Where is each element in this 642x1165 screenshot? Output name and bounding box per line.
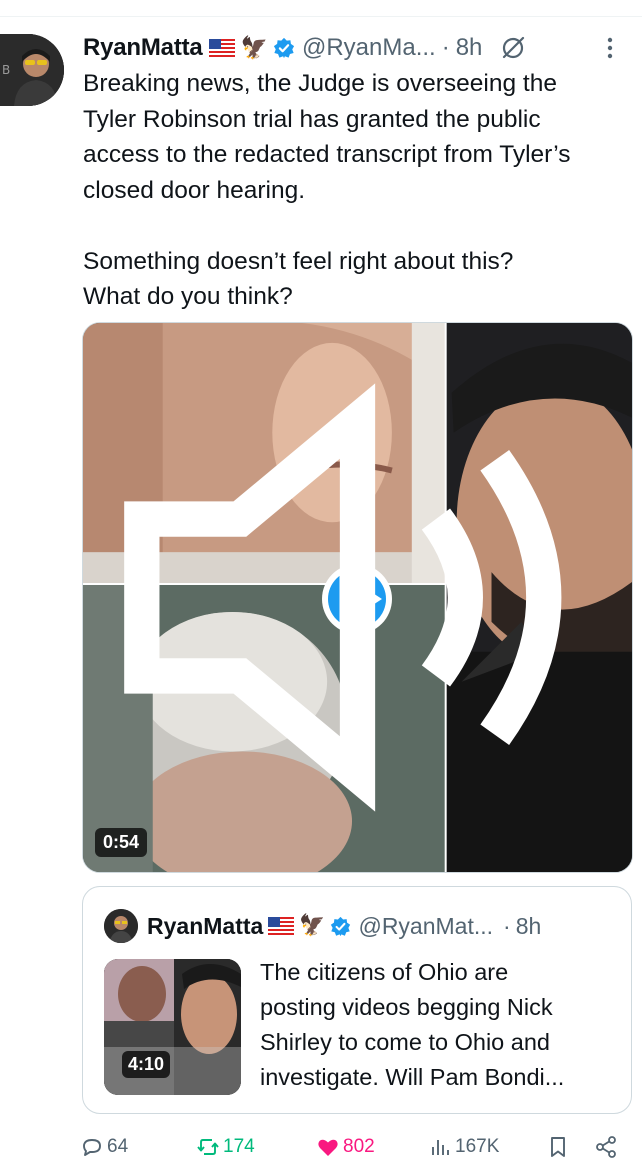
quoted-tweet[interactable]: RyanMatta 🦅 @RyanMat... · 8h 4:10 The ci… bbox=[82, 886, 632, 1114]
us-flag-icon bbox=[268, 917, 295, 935]
author-handle[interactable]: @RyanMa... bbox=[302, 34, 436, 62]
tweet-text-line: Tyler Robinson trial has granted the pub… bbox=[83, 105, 541, 133]
views-button[interactable]: 167K bbox=[428, 1130, 499, 1164]
like-button[interactable]: 802 bbox=[316, 1130, 375, 1164]
tweet-text-line: What do you think? bbox=[83, 283, 293, 310]
quoted-text-line: Shirley to come to Ohio and bbox=[260, 1029, 550, 1055]
grok-icon[interactable] bbox=[500, 35, 526, 61]
repost-count: 174 bbox=[223, 1136, 255, 1157]
tweet-text-line: closed door hearing. bbox=[83, 176, 306, 204]
views-chart-icon bbox=[432, 1140, 449, 1155]
heart-icon bbox=[318, 1139, 338, 1156]
quoted-video-duration: 4:10 bbox=[122, 1051, 171, 1078]
volume-icon[interactable] bbox=[83, 323, 632, 872]
reply-icon bbox=[83, 1139, 101, 1156]
more-options-icon[interactable] bbox=[598, 34, 622, 62]
bookmark-button[interactable] bbox=[546, 1130, 573, 1164]
eagle-icon: 🦅 bbox=[240, 35, 268, 60]
verified-badge-icon[interactable] bbox=[273, 37, 295, 59]
reply-button[interactable]: 64 bbox=[80, 1130, 128, 1164]
quoted-tweet-header: RyanMatta 🦅 @RyanMat... · 8h bbox=[147, 907, 615, 945]
us-flag-icon bbox=[208, 39, 235, 57]
separator-dot: · bbox=[503, 912, 511, 939]
quoted-tweet-text: The citizens of Ohio are posting videos … bbox=[260, 955, 622, 1095]
tweet-text: Breaking news, the Judge is overseeing t… bbox=[83, 66, 628, 315]
tweet-text-line: Breaking news, the Judge is overseeing t… bbox=[83, 70, 557, 97]
timestamp[interactable]: 8h bbox=[456, 34, 483, 62]
separator-dot: · bbox=[441, 34, 450, 61]
quoted-text-line: The citizens of Ohio are bbox=[260, 959, 509, 985]
quoted-author-handle: @RyanMat... bbox=[358, 912, 494, 939]
like-count: 802 bbox=[343, 1136, 375, 1157]
top-divider bbox=[0, 16, 642, 17]
video-player[interactable]: 0:54 bbox=[82, 322, 633, 873]
quoted-timestamp: 8h bbox=[515, 912, 542, 939]
share-button[interactable] bbox=[594, 1130, 621, 1164]
views-count: 167K bbox=[455, 1136, 500, 1157]
verified-badge-icon bbox=[331, 916, 351, 936]
eagle-icon: 🦅 bbox=[299, 914, 326, 937]
quoted-author-name: RyanMatta bbox=[147, 912, 264, 939]
tweet-text-line: Something doesn’t feel right about this? bbox=[83, 247, 514, 275]
quoted-text-line: investigate. Will Pam Bondi... bbox=[260, 1064, 565, 1090]
tweet-header: RyanMatta 🦅 @RyanMa... · 8h bbox=[83, 30, 622, 66]
action-bar: 64 174 802 167K bbox=[80, 1130, 625, 1164]
bookmark-icon bbox=[551, 1137, 565, 1157]
quoted-text-line: posting videos begging Nick bbox=[260, 994, 553, 1020]
author-name[interactable]: RyanMatta bbox=[83, 34, 203, 62]
repost-icon bbox=[197, 1139, 219, 1155]
reply-count: 64 bbox=[107, 1136, 129, 1157]
share-icon bbox=[596, 1136, 616, 1158]
author-avatar[interactable]: B bbox=[0, 34, 64, 106]
quoted-author-avatar bbox=[104, 909, 138, 943]
tweet-text-line: access to the redacted transcript from T… bbox=[83, 141, 571, 168]
svg-text:B: B bbox=[2, 63, 10, 77]
repost-button[interactable]: 174 bbox=[196, 1130, 255, 1164]
quoted-video-thumbnail[interactable]: 4:10 bbox=[104, 959, 241, 1095]
